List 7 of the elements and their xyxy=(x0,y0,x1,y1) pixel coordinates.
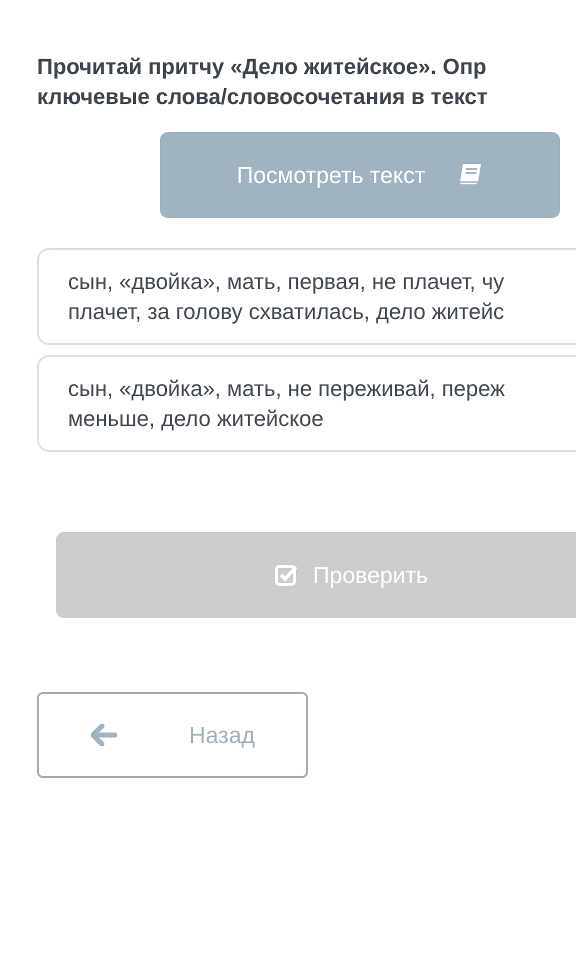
view-text-button[interactable]: Посмотреть текст xyxy=(160,132,560,218)
question-text: Прочитай притчу «Дело житейское». Опр ключевые слова/словосочетания в текст xyxy=(37,53,488,111)
answer-option[interactable]: сын, «двойка», мать, не переживай, переж меньше, дело житейское xyxy=(37,355,576,452)
arrow-left-icon xyxy=(91,724,117,746)
answer-option[interactable]: сын, «двойка», мать, первая, не плачет, чу плачет, за голову схватилась, дело житейс xyxy=(37,248,576,345)
book-icon xyxy=(457,163,484,187)
back-button[interactable]: Назад xyxy=(37,692,308,778)
